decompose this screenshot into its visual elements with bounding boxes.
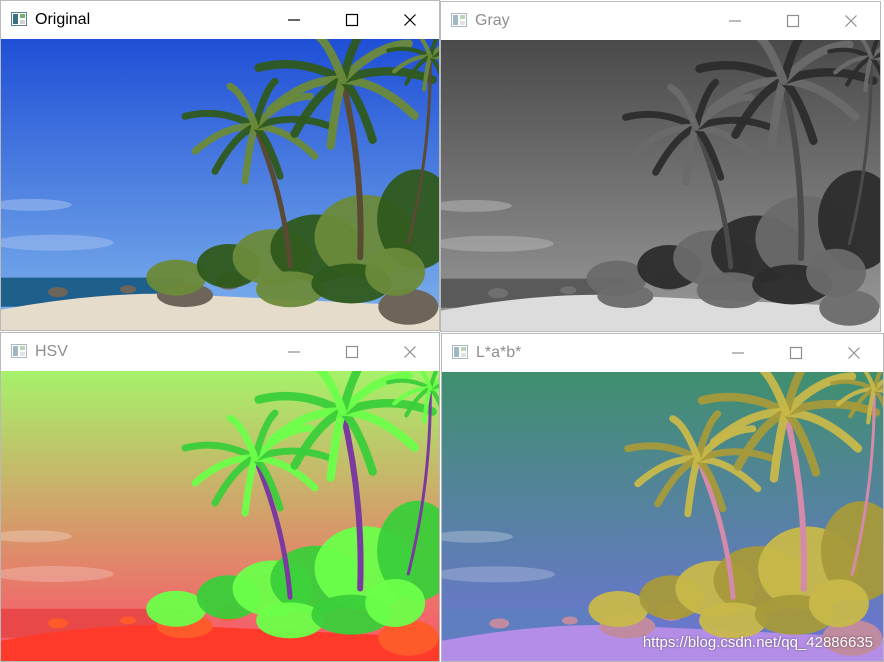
window-title: Gray (475, 12, 510, 29)
minimize-icon (731, 346, 745, 360)
window-original[interactable]: Original (0, 0, 440, 331)
maximize-icon (786, 14, 800, 28)
maximize-icon (345, 13, 359, 27)
image-window-icon (452, 345, 468, 359)
maximize-button[interactable] (767, 334, 825, 372)
minimize-icon (287, 13, 301, 27)
window-gray[interactable]: Gray (440, 1, 881, 332)
maximize-icon (345, 345, 359, 359)
image-view-lab (442, 372, 883, 661)
title-bar[interactable]: Gray (441, 2, 880, 40)
window-lab[interactable]: L*a*b* https://blog.csdn.net/qq_42886635 (441, 333, 884, 662)
image-window-icon (451, 13, 467, 27)
maximize-button[interactable] (764, 2, 822, 40)
image-canvas (441, 40, 880, 331)
minimize-button[interactable] (265, 333, 323, 371)
image-window-icon (11, 344, 27, 358)
minimize-button[interactable] (706, 2, 764, 40)
minimize-icon (287, 345, 301, 359)
image-window-icon (11, 12, 27, 26)
image-view-original (1, 39, 439, 330)
title-bar[interactable]: L*a*b* (442, 334, 883, 372)
window-title: HSV (35, 343, 68, 360)
close-button[interactable] (381, 333, 439, 371)
window-title: L*a*b* (476, 344, 522, 361)
minimize-icon (728, 14, 742, 28)
image-canvas (442, 372, 883, 661)
minimize-button[interactable] (709, 334, 767, 372)
image-view-gray (441, 40, 880, 331)
image-canvas (1, 371, 439, 661)
watermark-text: https://blog.csdn.net/qq_42886635 (642, 634, 873, 651)
close-button[interactable] (822, 2, 880, 40)
close-button[interactable] (825, 334, 883, 372)
image-view-hsv (1, 371, 439, 661)
minimize-button[interactable] (265, 1, 323, 39)
maximize-button[interactable] (323, 1, 381, 39)
maximize-button[interactable] (323, 333, 381, 371)
close-icon (847, 346, 861, 360)
window-title: Original (35, 11, 91, 28)
title-bar[interactable]: HSV (1, 333, 439, 371)
close-icon (403, 13, 417, 27)
window-hsv[interactable]: HSV (0, 332, 440, 662)
close-button[interactable] (381, 1, 439, 39)
image-canvas (1, 39, 439, 330)
close-icon (844, 14, 858, 28)
close-icon (403, 345, 417, 359)
title-bar[interactable]: Original (1, 1, 439, 39)
maximize-icon (789, 346, 803, 360)
